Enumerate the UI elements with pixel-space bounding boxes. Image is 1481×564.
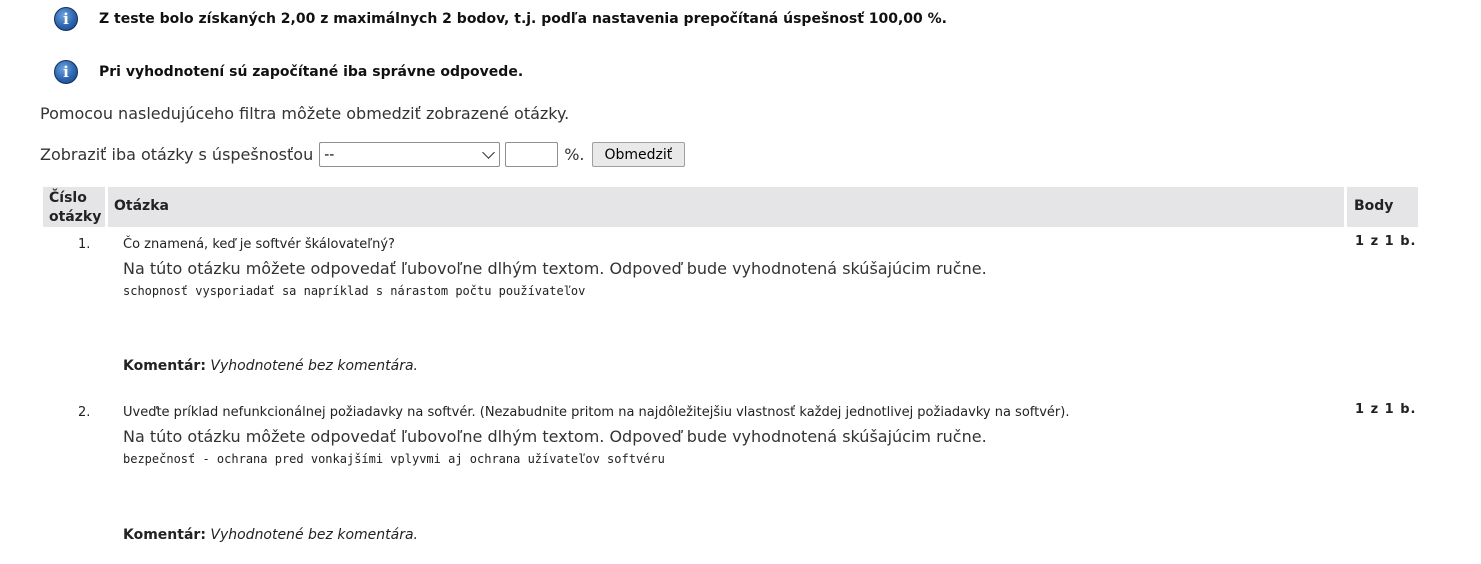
- column-divider: [105, 187, 108, 227]
- info-message-text: Z teste bolo získaných 2,00 z maximálnyc…: [99, 11, 948, 27]
- column-header-number-line2: otázky: [49, 209, 102, 225]
- percent-label: %.: [564, 145, 585, 164]
- question-points: 1 z 1 b.: [1355, 402, 1417, 417]
- success-percent-input[interactable]: [505, 142, 559, 167]
- question-answer: bezpečnosť - ochrana pred vonkajšími vpl…: [123, 452, 665, 466]
- question-answer-info: Na túto otázku môžete odpovedať ľubovoľn…: [123, 259, 987, 278]
- comment-label: Komentár:: [123, 358, 206, 374]
- question-points: 1 z 1 b.: [1355, 234, 1417, 249]
- select-value: --: [324, 146, 335, 163]
- question-text: Uveďte príklad nefunkcionálnej požiadavk…: [123, 405, 1070, 420]
- question-comment: Komentár: Vyhodnotené bez komentára.: [123, 527, 418, 543]
- column-divider: [1344, 187, 1347, 227]
- question-number: 2.: [78, 405, 91, 420]
- info-icon: i: [54, 60, 78, 84]
- comment-text: Vyhodnotené bez komentára.: [210, 527, 418, 543]
- filter-row: Zobraziť iba otázky s úspešnosťou -- %. …: [40, 142, 686, 167]
- info-message-text: Pri vyhodnotení sú započítané iba správn…: [99, 64, 524, 80]
- question-comment: Komentár: Vyhodnotené bez komentára.: [123, 358, 418, 374]
- info-message-score: i Z teste bolo získaných 2,00 z maximáln…: [54, 7, 947, 31]
- success-filter-select[interactable]: --: [319, 142, 501, 167]
- question-answer: schopnosť vysporiadať sa napríklad s nár…: [123, 284, 586, 298]
- info-message-evaluation: i Pri vyhodnotení sú započítané iba sprá…: [54, 60, 523, 84]
- comment-text: Vyhodnotené bez komentára.: [210, 358, 418, 374]
- question-text: Čo znamená, keď je softvér škálovateľný?: [123, 237, 395, 252]
- filter-intro: Pomocou nasledujúceho filtra môžete obme…: [40, 104, 570, 123]
- comment-label: Komentár:: [123, 527, 206, 543]
- filter-submit-button[interactable]: Obmedziť: [591, 142, 686, 167]
- column-header-points: Body: [1354, 198, 1394, 214]
- table-header: Číslo otázky Otázka Body: [43, 187, 1418, 227]
- column-header-number: Číslo otázky: [49, 189, 101, 227]
- column-header-number-line1: Číslo: [49, 190, 87, 206]
- chevron-down-icon: [482, 145, 496, 159]
- info-icon: i: [54, 7, 78, 31]
- filter-label: Zobraziť iba otázky s úspešnosťou: [40, 145, 314, 164]
- question-number: 1.: [78, 237, 91, 252]
- column-header-question: Otázka: [114, 198, 169, 214]
- question-answer-info: Na túto otázku môžete odpovedať ľubovoľn…: [123, 427, 987, 446]
